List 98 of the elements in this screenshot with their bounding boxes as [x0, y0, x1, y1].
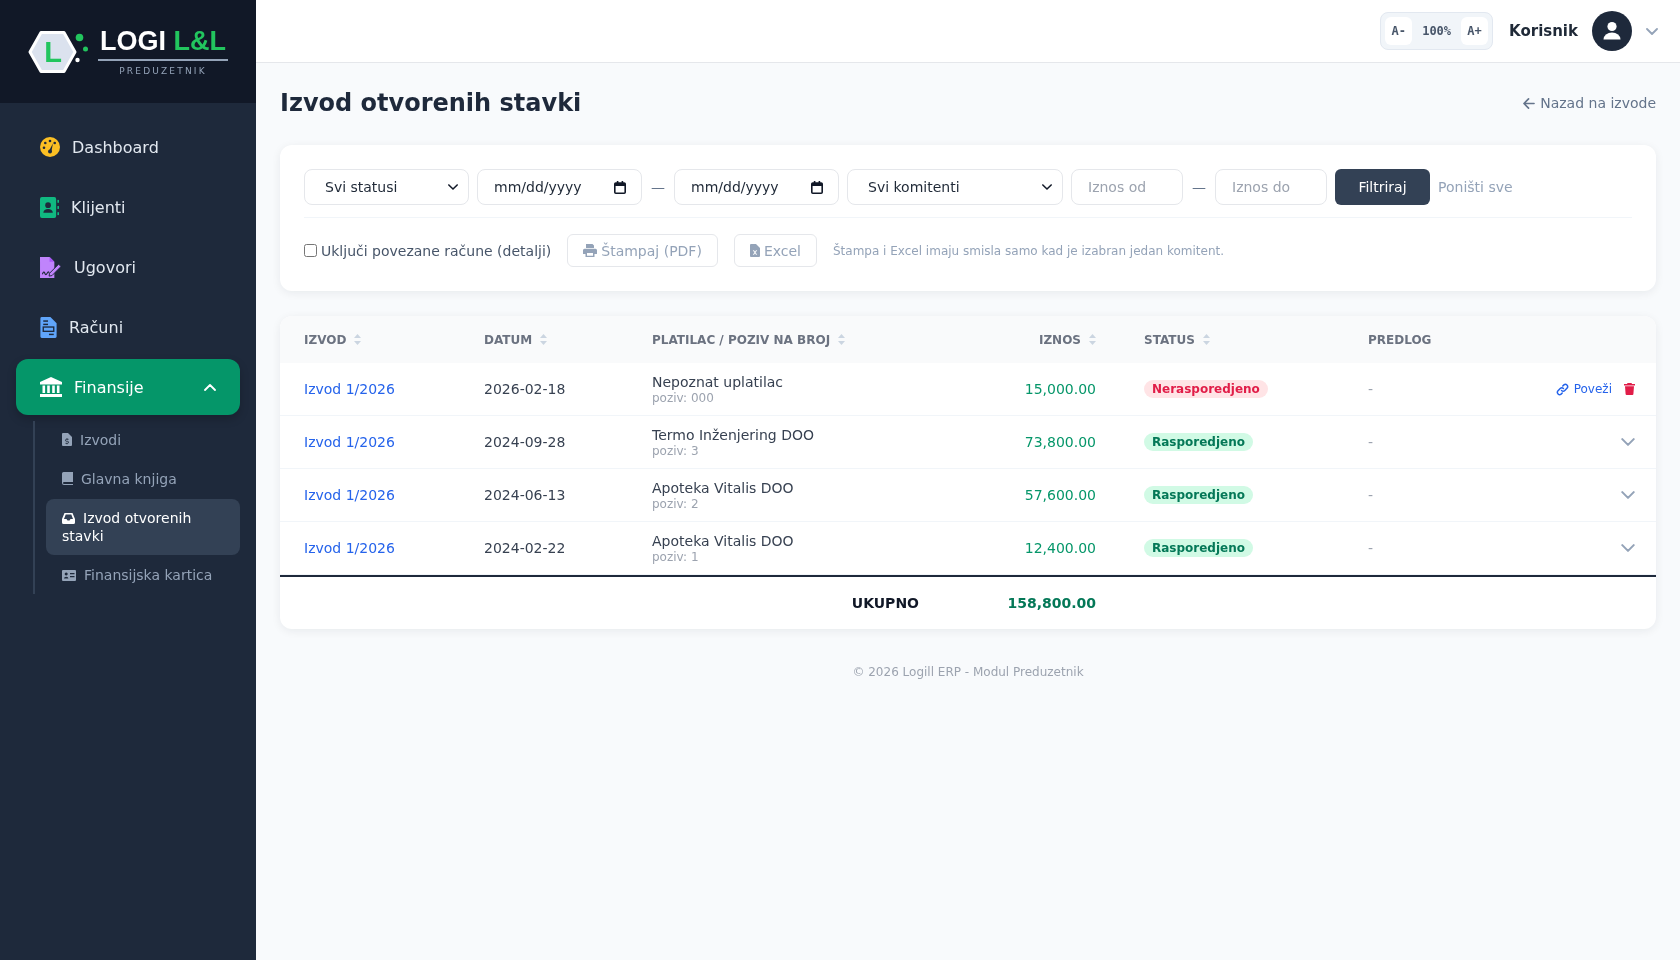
sort-icon[interactable] — [1202, 334, 1210, 345]
sort-icon[interactable] — [354, 334, 362, 345]
connect-link[interactable]: Poveži — [1555, 382, 1612, 396]
statement-link[interactable]: Izvod 1/2026 — [304, 381, 395, 397]
date-from-field[interactable]: mm/dd/yyyy — [477, 169, 642, 205]
amount-text: 57,600.00 — [1024, 487, 1096, 503]
printer-icon — [583, 244, 598, 257]
chevron-down-icon — [448, 184, 458, 190]
nav-subitem[interactable]: Izvod otvorenih stavki — [46, 499, 240, 555]
amount-from-field[interactable]: Iznos od — [1071, 169, 1183, 205]
calendar-icon[interactable] — [614, 181, 626, 194]
avatar-icon[interactable] — [1592, 11, 1632, 51]
zoom-level: 100% — [1422, 24, 1452, 38]
reference-number: poziv: 2 — [652, 496, 700, 511]
payer-name: Termo Inženjering DOO — [652, 426, 815, 443]
link-icon — [1555, 382, 1569, 396]
book-icon — [62, 472, 73, 485]
column-header: PREDLOG — [1368, 332, 1432, 347]
bank-icon — [40, 377, 62, 397]
statement-link[interactable]: Izvod 1/2026 — [304, 540, 395, 556]
nav-subitem[interactable]: Finansijska kartica — [46, 556, 240, 594]
status-select[interactable]: Svi statusi — [304, 169, 469, 205]
signed-document-icon — [40, 256, 62, 278]
back-link[interactable]: Nazad na izvode — [1523, 95, 1656, 111]
gauge-icon — [40, 137, 60, 157]
amount-to-field[interactable]: Iznos do — [1215, 169, 1327, 205]
logo-letter: L — [43, 35, 63, 68]
nav-item[interactable]: Ugovori — [16, 239, 240, 295]
chevron-up-icon[interactable] — [204, 383, 216, 391]
client-select[interactable]: Svi komitenti — [847, 169, 1063, 205]
date-text: 2024-09-28 — [484, 434, 566, 450]
suggestion-text: - — [1368, 381, 1374, 397]
statement-link[interactable]: Izvod 1/2026 — [304, 487, 395, 503]
statement-link[interactable]: Izvod 1/2026 — [304, 434, 395, 450]
payer-name: Apoteka Vitalis DOO — [652, 532, 795, 549]
arrow-left-icon — [1523, 97, 1536, 109]
column-header[interactable]: PLATILAC / POZIV NA BROJ — [652, 332, 831, 347]
nav-subitem[interactable]: Izvodi — [46, 421, 240, 459]
logo-tagline: PREDUZETNIK — [119, 65, 207, 77]
chevron-down-icon[interactable] — [1621, 491, 1635, 499]
payer-name: Apoteka Vitalis DOO — [652, 479, 795, 496]
sort-icon[interactable] — [838, 334, 846, 345]
amount-text: 15,000.00 — [1024, 381, 1096, 397]
range-separator: — — [1191, 179, 1207, 195]
dollar-file-icon — [62, 433, 72, 446]
nav-item[interactable]: Dashboard — [16, 119, 240, 175]
nav-item[interactable]: Finansije — [16, 359, 240, 415]
chevron-down-icon[interactable] — [1621, 438, 1635, 446]
hexagon-logo-icon — [28, 29, 88, 74]
nav-item[interactable]: Klijenti — [16, 179, 240, 235]
spreadsheet-file-icon — [749, 244, 760, 257]
amount-text: 73,800.00 — [1024, 434, 1096, 450]
suggestion-text: - — [1368, 540, 1374, 556]
contact-card-icon — [40, 196, 59, 218]
column-header[interactable]: IZVOD — [304, 332, 347, 347]
column-header[interactable]: STATUS — [1144, 332, 1195, 347]
chevron-down-icon — [1042, 184, 1052, 190]
suggestion-text: - — [1368, 434, 1374, 450]
range-separator: — — [650, 179, 666, 195]
reference-number: poziv: 000 — [652, 390, 715, 405]
suggestion-text: - — [1368, 487, 1374, 503]
inbox-icon — [62, 513, 75, 524]
column-header[interactable]: IZNOS — [1038, 332, 1081, 347]
column-header[interactable]: DATUM — [484, 332, 533, 347]
document-icon — [40, 316, 57, 338]
date-text: 2024-06-13 — [484, 487, 566, 503]
payer-name: Nepoznat uplatilac — [652, 373, 785, 390]
reference-number: poziv: 3 — [652, 443, 700, 458]
page-title: Izvod otvorenih stavki — [280, 89, 582, 117]
user-name[interactable]: Korisnik — [1509, 22, 1578, 40]
chevron-down-icon[interactable] — [1621, 544, 1635, 552]
status-badge: Nerasporedjeno — [1144, 380, 1268, 398]
nav-item[interactable]: Računi — [16, 299, 240, 355]
reference-number: poziv: 1 — [652, 549, 700, 564]
date-text: 2024-02-22 — [484, 540, 566, 556]
chevron-down-icon[interactable] — [1646, 27, 1658, 35]
date-to-field[interactable]: mm/dd/yyyy — [674, 169, 839, 205]
id-card-icon — [62, 570, 76, 581]
sort-icon[interactable] — [1089, 334, 1096, 345]
footer-text: © 2026 Logill ERP - Modul Preduzetnik — [852, 665, 1084, 679]
increase-font-button[interactable]: A+ — [1461, 17, 1489, 45]
include-linked-checkbox[interactable] — [304, 244, 317, 257]
status-badge: Rasporedjeno — [1144, 486, 1253, 504]
trash-icon[interactable] — [1624, 383, 1635, 395]
total-amount: 158,800.00 — [1007, 595, 1096, 611]
date-text: 2026-02-18 — [484, 381, 566, 397]
status-badge: Rasporedjeno — [1144, 433, 1253, 451]
total-label: UKUPNO — [851, 595, 919, 611]
logo-text: LOGI L&L — [98, 26, 228, 61]
filter-button[interactable]: Filtriraj — [1335, 169, 1430, 205]
decrease-font-button[interactable]: A- — [1385, 17, 1413, 45]
checkbox-label[interactable]: Uključi povezane račune (detalji) — [321, 242, 552, 259]
calendar-icon[interactable] — [811, 181, 823, 194]
amount-text: 12,400.00 — [1024, 540, 1096, 556]
nav-subitem[interactable]: Glavna knjiga — [46, 460, 240, 498]
export-note: Štampa i Excel imaju smisla samo kad je izabran jedan komitent. — [832, 243, 1225, 258]
status-badge: Rasporedjeno — [1144, 539, 1253, 557]
sort-icon[interactable] — [540, 334, 548, 345]
